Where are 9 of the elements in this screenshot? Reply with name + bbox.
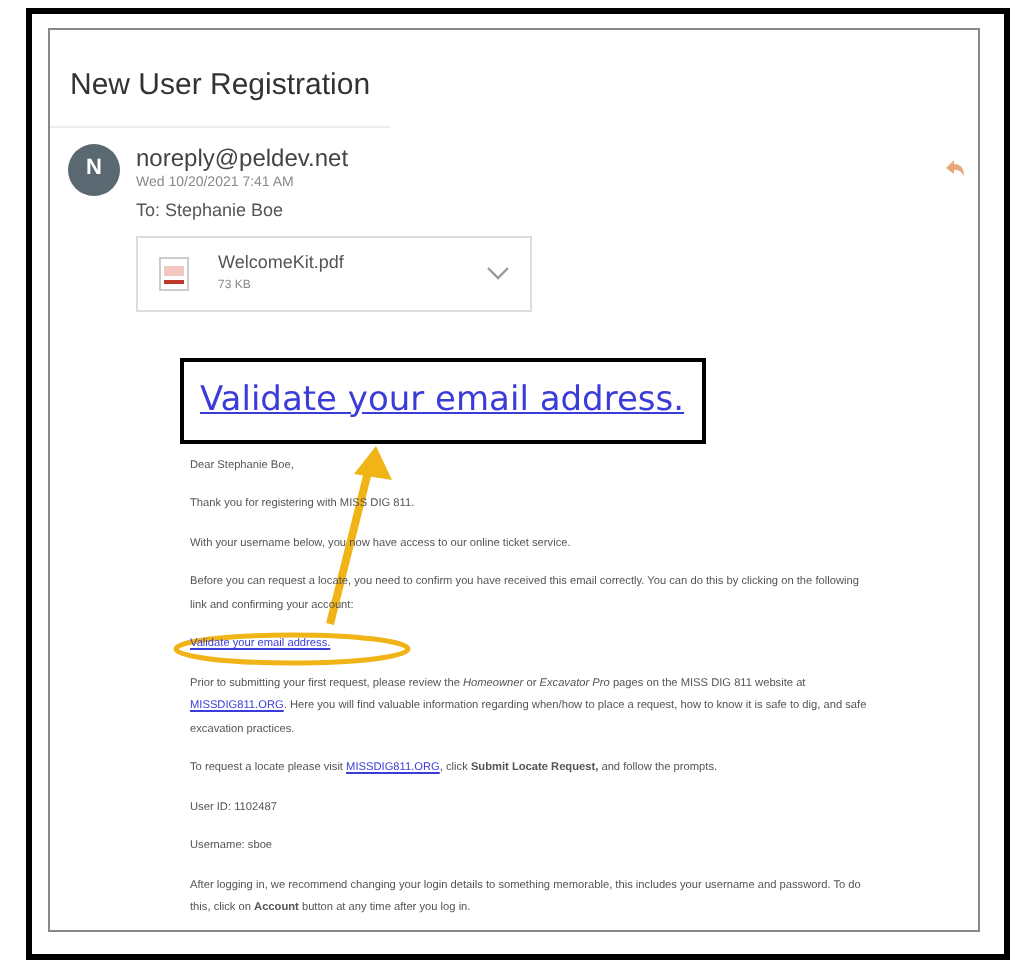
- callout-link-text: Validate your email address.: [200, 377, 685, 424]
- reply-icon[interactable]: [942, 155, 966, 179]
- sender-address: noreply@peldev.net: [136, 143, 349, 171]
- pdf-file-icon: [158, 255, 190, 291]
- email-subject: New User Registration: [50, 30, 391, 127]
- sender-avatar: N: [68, 143, 120, 195]
- chevron-down-icon[interactable]: [486, 265, 510, 281]
- recipient: To: Stephanie Boe: [136, 197, 284, 223]
- attachment-name: WelcomeKit.pdf: [218, 250, 344, 277]
